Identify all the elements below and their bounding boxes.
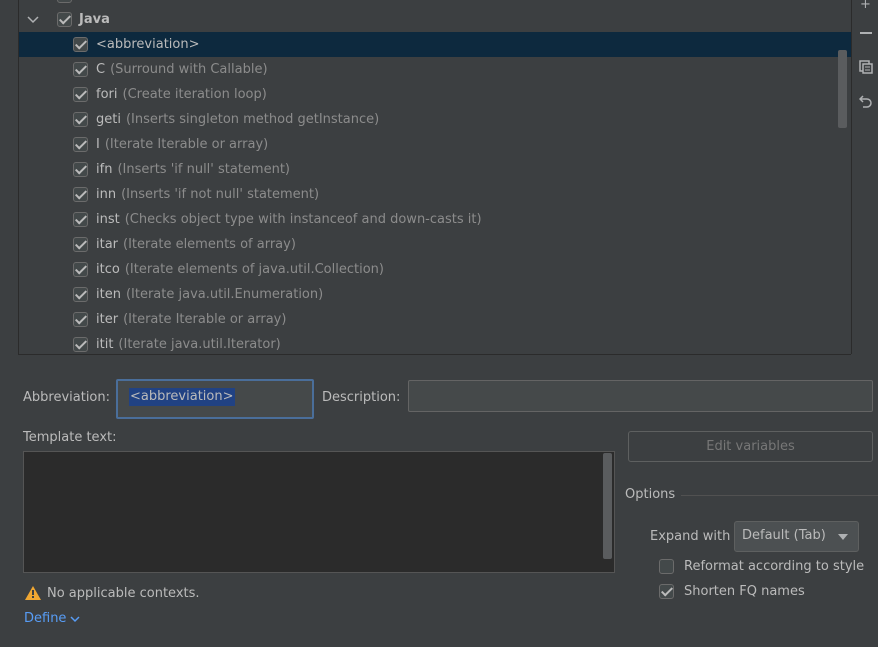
side-toolbar: + <box>851 0 878 354</box>
abbreviation-label: Abbreviation: <box>23 390 111 405</box>
template-row[interactable]: <abbreviation> <box>19 32 851 57</box>
template-description: (Iterate Iterable or array) <box>104 137 269 152</box>
template-row[interactable]: geti (Inserts singleton method getInstanc… <box>19 107 851 132</box>
template-description: (Inserts 'if not null' statement) <box>121 187 320 202</box>
template-checkbox[interactable] <box>73 162 88 177</box>
template-abbreviation: itco <box>96 262 120 277</box>
template-abbreviation: ifn <box>96 162 113 177</box>
options-separator <box>681 495 878 496</box>
template-checkbox[interactable] <box>73 237 88 252</box>
template-abbreviation: iten <box>96 287 121 302</box>
template-checkbox[interactable] <box>73 262 88 277</box>
remove-icon[interactable] <box>852 21 878 45</box>
reformat-label: Reformat according to style <box>684 559 865 574</box>
template-description: (Iterate elements of java.util.Collectio… <box>124 262 384 277</box>
define-link[interactable]: Define <box>24 611 80 626</box>
template-abbreviation: itar <box>96 237 119 252</box>
template-description: (Iterate elements of array) <box>123 237 296 252</box>
template-checkbox[interactable] <box>73 187 88 202</box>
chevron-down-icon <box>838 534 848 540</box>
shorten-option[interactable]: Shorten FQ names <box>659 584 805 599</box>
restore-icon[interactable] <box>852 89 878 113</box>
template-description: (Checks object type with instanceof and … <box>124 212 482 227</box>
expand-with-label: Expand with <box>650 529 731 544</box>
chevron-down-icon[interactable] <box>27 14 39 26</box>
define-label: Define <box>24 611 67 626</box>
template-checkbox[interactable] <box>73 137 88 152</box>
template-checkbox[interactable] <box>73 312 88 327</box>
reformat-checkbox[interactable] <box>659 559 674 574</box>
chevron-down-icon <box>70 615 80 622</box>
template-abbreviation: inst <box>96 212 120 227</box>
abbreviation-input[interactable]: <abbreviation> <box>116 379 314 419</box>
template-description: (Inserts singleton method getInstance) <box>125 112 380 127</box>
template-scrollbar[interactable] <box>603 453 612 559</box>
template-checkbox[interactable] <box>73 112 88 127</box>
template-row[interactable]: fori (Create iteration loop) <box>19 82 851 107</box>
shorten-label: Shorten FQ names <box>684 584 805 599</box>
group-label: Java <box>79 12 110 27</box>
tree-group-java[interactable]: Java <box>19 7 851 32</box>
template-description: (Surround with Callable) <box>110 62 268 77</box>
template-checkbox[interactable] <box>73 212 88 227</box>
template-abbreviation: C <box>96 62 106 77</box>
template-abbreviation: geti <box>96 112 121 127</box>
description-label: Description: <box>322 390 401 405</box>
no-contexts-text: No applicable contexts. <box>47 586 200 601</box>
template-row[interactable]: ifn (Inserts 'if null' statement) <box>19 157 851 182</box>
shorten-checkbox[interactable] <box>659 584 674 599</box>
description-input[interactable] <box>408 380 873 412</box>
template-row[interactable]: iten (Iterate java.util.Enumeration) <box>19 282 851 307</box>
template-description: (Inserts 'if null' statement) <box>117 162 291 177</box>
template-checkbox[interactable] <box>73 87 88 102</box>
template-text-editor[interactable] <box>23 451 615 573</box>
template-text-label: Template text: <box>23 430 117 445</box>
template-row[interactable]: inn (Inserts 'if not null' statement) <box>19 182 851 207</box>
template-description: (Create iteration loop) <box>122 87 267 102</box>
template-abbreviation: itit <box>96 337 114 352</box>
template-row[interactable]: iter (Iterate Iterable or array) <box>19 307 851 332</box>
template-abbreviation: I <box>96 137 100 152</box>
template-row[interactable]: itit (Iterate java.util.Iterator) <box>19 332 851 354</box>
group-checkbox[interactable] <box>57 12 72 27</box>
template-checkbox[interactable] <box>73 287 88 302</box>
add-icon[interactable]: + <box>852 0 878 16</box>
abbreviation-value: <abbreviation> <box>129 388 235 406</box>
template-description: (Iterate java.util.Iterator) <box>118 337 281 352</box>
expand-with-value: Default (Tab) <box>742 528 826 543</box>
template-checkbox[interactable] <box>73 62 88 77</box>
template-description: (Iterate Iterable or array) <box>123 312 287 327</box>
warning-icon <box>25 586 41 600</box>
tree-scrollbar[interactable] <box>838 50 847 128</box>
template-row[interactable]: itco (Iterate elements of java.util.Colle… <box>19 257 851 282</box>
template-tree[interactable]: Java <abbreviation> C (Surround with Calla… <box>18 0 851 355</box>
template-row[interactable]: I (Iterate Iterable or array) <box>19 132 851 157</box>
expand-with-select[interactable]: Default (Tab) <box>734 521 859 552</box>
template-description: (Iterate java.util.Enumeration) <box>125 287 324 302</box>
options-title: Options <box>625 487 676 502</box>
template-checkbox[interactable] <box>73 37 88 52</box>
reformat-option[interactable]: Reformat according to style <box>659 559 864 574</box>
template-row[interactable]: inst (Checks object type with instanceof … <box>19 207 851 232</box>
copy-icon[interactable] <box>852 55 878 79</box>
template-abbreviation: fori <box>96 87 118 102</box>
template-abbreviation: <abbreviation> <box>96 37 200 52</box>
template-row[interactable]: C (Surround with Callable) <box>19 57 851 82</box>
checkbox[interactable] <box>57 0 72 3</box>
template-row[interactable]: itar (Iterate elements of array) <box>19 232 851 257</box>
template-checkbox[interactable] <box>73 337 88 352</box>
template-abbreviation: iter <box>96 312 119 327</box>
template-abbreviation: inn <box>96 187 117 202</box>
edit-variables-button[interactable]: Edit variables <box>628 431 873 462</box>
